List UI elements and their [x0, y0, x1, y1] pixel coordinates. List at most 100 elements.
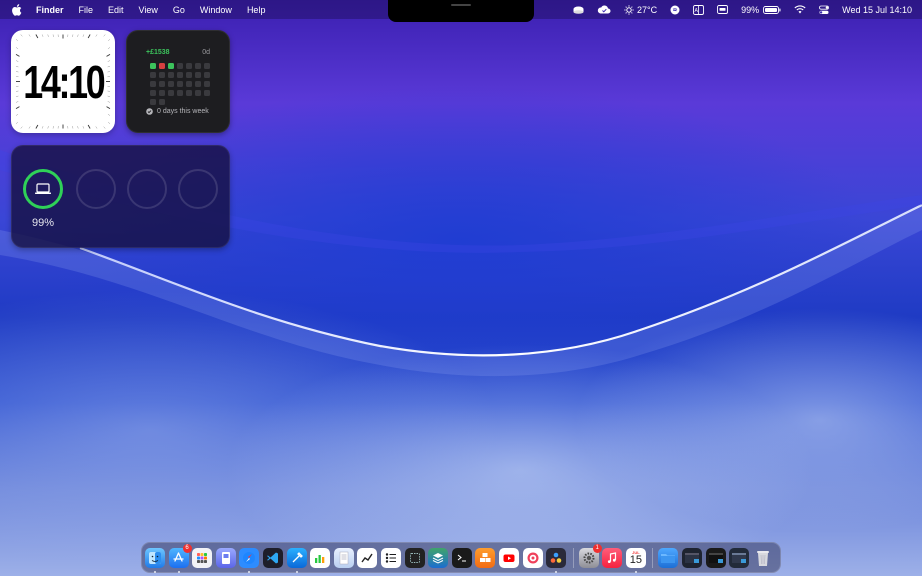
habit-cell [186, 63, 192, 69]
layers-icon [432, 552, 444, 564]
layers-app[interactable] [428, 547, 449, 568]
recent-window-2[interactable] [705, 547, 726, 568]
menubar-clock[interactable]: Wed 15 Jul 14:10 [842, 5, 912, 15]
battery-icon [763, 5, 781, 14]
bar-chart-icon [315, 554, 325, 563]
boxes-app[interactable] [475, 547, 496, 568]
habit-cell [195, 81, 201, 87]
habit-cell [204, 63, 210, 69]
cloud-sync-icon[interactable] [597, 0, 611, 19]
habit-score: +£1538 [146, 49, 170, 56]
calendar-app[interactable]: JUL 15 [625, 547, 646, 573]
habit-cell [177, 81, 183, 87]
habit-cell [159, 99, 165, 105]
habit-tracker-widget[interactable]: +£1538 0d 0 days this week [126, 30, 230, 133]
vscode-icon [266, 552, 278, 563]
translate-icon[interactable]: A [693, 0, 705, 19]
list-icon [385, 552, 396, 563]
battery-ring-empty [76, 169, 116, 209]
habit-days: 0d [202, 49, 210, 56]
clock-tick [15, 113, 19, 116]
app-store-app[interactable]: 6 [168, 543, 192, 573]
menu-window[interactable]: Window [200, 5, 232, 15]
stocks-icon [361, 553, 373, 562]
safari-app[interactable] [239, 547, 260, 573]
clock-tick [107, 113, 111, 116]
finder-icon [149, 551, 161, 564]
vscode-app[interactable] [262, 547, 283, 568]
habit-grid [150, 63, 210, 105]
clock-tick [72, 126, 74, 129]
numbers-app[interactable] [310, 547, 331, 568]
davinci-icon [550, 552, 562, 563]
svg-text:A: A [695, 7, 699, 13]
clock-tick [52, 34, 54, 37]
clock-tick [72, 34, 74, 37]
music-app[interactable] [602, 547, 623, 568]
menu-view[interactable]: View [139, 5, 158, 15]
habit-footer: 0 days this week [146, 108, 209, 115]
launchpad-app[interactable] [192, 547, 213, 568]
clock-tick [107, 38, 111, 42]
batteries-widget[interactable]: 99% [11, 145, 230, 248]
reminders-app[interactable] [380, 547, 401, 568]
downloads-folder[interactable] [658, 547, 679, 568]
battery-status[interactable]: 99% [741, 0, 781, 19]
clock-tick [20, 126, 23, 129]
habit-cell [150, 90, 156, 96]
menu-file[interactable]: File [79, 5, 94, 15]
menu-edit[interactable]: Edit [108, 5, 124, 15]
clock-tick [103, 34, 106, 37]
clock-tick [15, 65, 19, 68]
clock-tick [95, 34, 98, 37]
apple-menu-icon[interactable] [10, 3, 22, 16]
battery-percent: 99% [741, 4, 760, 15]
xcode-app[interactable] [286, 547, 307, 573]
finder-app[interactable] [145, 547, 165, 573]
habit-cell [159, 63, 165, 69]
habit-cell [186, 81, 192, 87]
dock-separator [652, 547, 654, 568]
control-center-icon[interactable] [819, 0, 830, 19]
youtube-app[interactable] [498, 547, 519, 568]
clock-tick [15, 106, 20, 110]
clock-tick [103, 126, 106, 129]
clock-tick [107, 95, 111, 98]
screenshot-app[interactable] [404, 547, 425, 568]
preview-app[interactable] [215, 547, 236, 568]
trash-app[interactable] [753, 548, 773, 568]
focus-app[interactable] [522, 547, 543, 568]
habit-cell [150, 99, 156, 105]
clock-tick [35, 34, 39, 39]
menu-help[interactable]: Help [247, 5, 266, 15]
clock-widget[interactable]: 14:10 [11, 30, 115, 133]
folder-icon [661, 553, 676, 563]
stocks-app[interactable] [357, 547, 378, 568]
clock-tick [77, 34, 79, 37]
recent-window-1[interactable] [682, 547, 703, 568]
wifi-icon[interactable] [794, 0, 806, 19]
sun-icon [624, 4, 634, 15]
menu-app-name[interactable]: Finder [36, 5, 64, 15]
target-icon [527, 552, 538, 563]
textedit-app[interactable] [333, 547, 354, 568]
document-icon [339, 551, 348, 564]
clock-tick [87, 124, 91, 129]
clock-tick [107, 101, 111, 103]
disk-icon[interactable] [573, 0, 584, 19]
hammer-icon [292, 551, 303, 562]
menu-go[interactable]: Go [173, 5, 185, 15]
keyboard-icon[interactable] [717, 0, 729, 19]
clock-tick [15, 101, 19, 103]
dock: 6 1 JUL 15 [141, 542, 781, 573]
weather-widget[interactable]: 27°C [624, 0, 657, 19]
terminal-app[interactable] [451, 547, 472, 568]
recent-window-3[interactable] [729, 547, 750, 568]
system-settings-app[interactable]: 1 [578, 543, 602, 568]
davinci-app[interactable] [546, 547, 567, 573]
app-status-icon[interactable] [670, 0, 680, 19]
habit-cell [168, 90, 174, 96]
clock-tick [82, 34, 85, 37]
battery-ring-macbook [23, 169, 63, 209]
clock-tick [28, 34, 31, 37]
